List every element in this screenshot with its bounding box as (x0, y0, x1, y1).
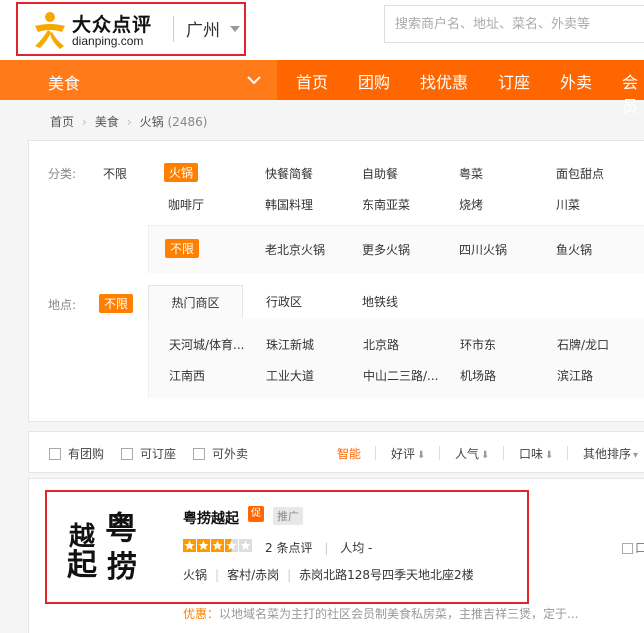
checkbox-booking[interactable]: 可订座 (121, 445, 176, 462)
result-highlight-box (45, 490, 529, 604)
chevron-down-icon (247, 76, 261, 85)
sort-rating-label: 好评 (391, 447, 416, 461)
subcategory-beijing[interactable]: 老北京火锅 (265, 241, 325, 258)
category-fastfood[interactable]: 快餐简餐 (265, 165, 313, 182)
arrow-down-icon: ⬇ (545, 450, 554, 461)
sort-other-label: 其他排序 (583, 447, 632, 461)
logo-text-cn[interactable]: 大众点评 (72, 10, 152, 37)
category-filter-label: 分类: (48, 167, 77, 181)
arrow-down-icon: ⬇ (481, 450, 490, 461)
breadcrumb-count: (2486) (167, 115, 208, 129)
sort-taste-label: 口味 (519, 447, 544, 461)
checkbox-label: 可订座 (140, 447, 177, 461)
category-hotpot[interactable]: 火锅 (164, 163, 199, 182)
category-sea[interactable]: 东南亚菜 (362, 196, 410, 213)
category-cafe[interactable]: 咖啡厅 (168, 196, 204, 213)
logo-text-en[interactable]: dianping.com (72, 34, 143, 48)
category-hotpot-label: 火锅 (164, 163, 199, 182)
sort-bar: 有团购 可订座 可外卖 智能 好评 ⬇ 人气 ⬇ 口味 ⬇ 其他排序 ▾ (28, 431, 644, 473)
sort-rating[interactable]: 好评 ⬇ (391, 445, 425, 462)
breadcrumb-separator-icon: › (126, 115, 132, 129)
subcategory-all-label: 不限 (165, 239, 200, 258)
category-sichuan[interactable]: 川菜 (556, 196, 580, 213)
location-all[interactable]: 不限 (99, 294, 134, 313)
category-all[interactable]: 不限 (103, 165, 127, 182)
top-bar: 大众点评 dianping.com 广州 (0, 0, 644, 60)
tab-districts[interactable]: 行政区 (252, 285, 316, 319)
logo-separator (173, 16, 174, 42)
checkbox-label: 有团购 (68, 447, 105, 461)
category-cantonese[interactable]: 粤菜 (459, 165, 483, 182)
sort-other[interactable]: 其他排序 ▾ (583, 445, 638, 462)
sort-popularity-label: 人气 (455, 447, 480, 461)
location-tabs: 热门商区 行政区 地铁线 (148, 285, 644, 319)
checkbox-icon (622, 543, 633, 554)
filter-panel: 分类: 不限 火锅 快餐简餐 自助餐 粤菜 面包甜点 咖啡厅 韩国料理 东南亚菜… (28, 140, 644, 422)
location-filter-label: 地点: (48, 298, 77, 312)
subcategory-all[interactable]: 不限 (165, 239, 200, 258)
area-item[interactable]: 滨江路 (557, 367, 593, 384)
promo-label: 优惠： (183, 607, 220, 621)
area-item[interactable]: 工业大道 (266, 367, 314, 384)
logo-city-highlight: 大众点评 dianping.com 广州 (16, 2, 246, 56)
sort-separator (439, 446, 440, 460)
subcategory-box: 不限 老北京火锅 更多火锅 四川火锅 鱼火锅 (148, 225, 644, 273)
nav-item-takeout[interactable]: 外卖 (560, 69, 592, 93)
tab-hot-areas[interactable]: 热门商区 (148, 285, 243, 319)
nav-item-member[interactable]: 会员 (622, 69, 644, 117)
category-label: 美食 (48, 74, 81, 93)
breadcrumb-home[interactable]: 首页 (50, 115, 74, 129)
category-bakery[interactable]: 面包甜点 (556, 165, 604, 182)
category-bbq[interactable]: 烧烤 (459, 196, 483, 213)
arrow-down-icon: ⬇ (417, 450, 426, 461)
nav-item-deals[interactable]: 找优惠 (420, 69, 468, 93)
right-compare-checkbox[interactable]: 口味 (622, 539, 644, 556)
right-check-label: 口味 (635, 541, 644, 555)
breadcrumb-hotpot: 火锅 (139, 115, 164, 129)
area-item[interactable]: 中山二三路/... (363, 367, 439, 384)
dianping-logo-icon[interactable] (32, 10, 68, 50)
sort-separator (375, 446, 376, 460)
nav-item-booking[interactable]: 订座 (498, 69, 530, 93)
nav-item-groupbuy[interactable]: 团购 (358, 69, 390, 93)
search-input[interactable] (384, 5, 644, 43)
category-korean[interactable]: 韩国料理 (265, 196, 313, 213)
checkbox-label: 可外卖 (212, 447, 249, 461)
subcategory-fish[interactable]: 鱼火锅 (556, 241, 592, 258)
area-item[interactable]: 天河城/体育... (169, 336, 245, 353)
checkbox-groupbuy[interactable]: 有团购 (49, 445, 104, 462)
location-all-label: 不限 (99, 294, 134, 313)
area-item[interactable]: 石牌/龙口 (557, 336, 609, 353)
arrow-down-icon: ▾ (633, 450, 639, 461)
category-dropdown[interactable]: 美食 (0, 60, 277, 100)
subcategory-sichuan[interactable]: 四川火锅 (459, 241, 507, 258)
sort-separator (567, 446, 568, 460)
city-selector[interactable]: 广州 (186, 16, 220, 41)
area-list: 天河城/体育... 珠江新城 北京路 环市东 石牌/龙口 江南西 工业大道 中山… (148, 318, 644, 398)
breadcrumb: 首页 › 美食 › 火锅 (2486) (50, 113, 207, 130)
sort-separator (503, 446, 504, 460)
city-dropdown-icon[interactable] (230, 26, 240, 32)
area-item[interactable]: 环市东 (460, 336, 496, 353)
checkbox-takeout[interactable]: 可外卖 (193, 445, 248, 462)
nav-item-home[interactable]: 首页 (296, 69, 328, 93)
sort-taste[interactable]: 口味 ⬇ (519, 445, 553, 462)
tab-metro[interactable]: 地铁线 (348, 285, 412, 319)
promo-text[interactable]: 以地域名菜为主打的社区会员制美食私房菜，主推吉祥三煲，定于... (219, 607, 578, 621)
category-buffet[interactable]: 自助餐 (362, 165, 398, 182)
checkbox-icon (121, 448, 133, 460)
main-nav: 美食 首页 团购 找优惠 订座 外卖 会员 (0, 60, 644, 116)
sort-popularity[interactable]: 人气 ⬇ (455, 445, 489, 462)
subcategory-more[interactable]: 更多火锅 (362, 241, 410, 258)
promo-line: 优惠：以地域名菜为主打的社区会员制美食私房菜，主推吉祥三煲，定于... (183, 605, 578, 622)
breadcrumb-separator-icon: › (82, 115, 87, 129)
area-item[interactable]: 机场路 (460, 367, 496, 384)
sort-smart[interactable]: 智能 (337, 445, 361, 462)
area-item[interactable]: 北京路 (363, 336, 399, 353)
area-item[interactable]: 珠江新城 (266, 336, 314, 353)
area-item[interactable]: 江南西 (169, 367, 205, 384)
checkbox-icon (49, 448, 61, 460)
breadcrumb-food[interactable]: 美食 (95, 115, 119, 129)
checkbox-icon (193, 448, 205, 460)
